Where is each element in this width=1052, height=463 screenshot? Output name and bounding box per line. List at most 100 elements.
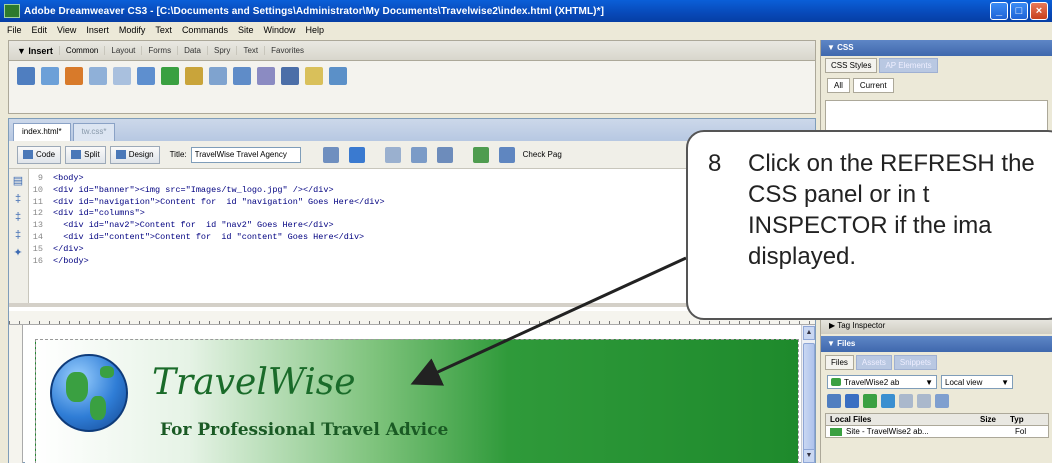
div-tag-icon[interactable] xyxy=(113,67,131,85)
view-select[interactable]: Local view ▼ xyxy=(941,375,1013,389)
collapse-tag-icon[interactable]: ‡ xyxy=(12,193,24,205)
insert-tab-layout[interactable]: Layout xyxy=(104,46,141,55)
validate-markup-icon[interactable] xyxy=(472,146,489,163)
code-text: <body> xyxy=(53,173,84,183)
site-select[interactable]: TravelWise2 ab ▼ xyxy=(827,375,937,389)
code-line: 13 <div id="nav2">Content for id "nav2" … xyxy=(31,220,385,232)
code-line: 9 <body> xyxy=(31,173,385,185)
menu-window[interactable]: Window xyxy=(258,25,300,35)
tab-css-styles[interactable]: CSS Styles xyxy=(825,58,878,73)
tab-assets[interactable]: Assets xyxy=(855,355,892,370)
banner-image[interactable]: TravelWise For Professional Travel Advic… xyxy=(35,339,799,463)
tag-chooser-icon[interactable] xyxy=(329,67,347,85)
banner-title: TravelWise xyxy=(152,362,356,403)
css-panel-header[interactable]: ▼ CSS xyxy=(821,40,1052,56)
check-in-icon[interactable] xyxy=(917,394,931,408)
check-page-icon[interactable] xyxy=(498,146,515,163)
email-link-icon[interactable] xyxy=(41,67,59,85)
menu-modify[interactable]: Modify xyxy=(114,25,151,35)
put-files-icon[interactable] xyxy=(881,394,895,408)
refresh-design-view-icon[interactable] xyxy=(384,146,401,163)
design-view[interactable]: TravelWise For Professional Travel Advic… xyxy=(25,327,799,463)
insert-tab-common[interactable]: Common xyxy=(58,46,104,55)
view-select-value: Local view xyxy=(945,377,983,387)
design-view-label: Design xyxy=(128,150,154,159)
menu-view[interactable]: View xyxy=(52,25,81,35)
menu-text[interactable]: Text xyxy=(150,25,177,35)
connect-icon[interactable] xyxy=(827,394,841,408)
file-management-icon[interactable] xyxy=(322,146,339,163)
column-local-files[interactable]: Local Files xyxy=(826,414,976,425)
tab-tw-css[interactable]: tw.css* xyxy=(72,123,116,141)
insert-tab-forms[interactable]: Forms xyxy=(141,46,177,55)
tag-inspector-header[interactable]: ▶ Tag Inspector xyxy=(821,318,1052,334)
insert-tab-data[interactable]: Data xyxy=(177,46,207,55)
named-anchor-icon[interactable] xyxy=(65,67,83,85)
date-icon[interactable] xyxy=(185,67,203,85)
code-line: 16 </body> xyxy=(31,256,385,268)
check-page-label[interactable]: Check Pag xyxy=(523,150,562,159)
css-current-button[interactable]: Current xyxy=(852,78,894,93)
insert-tab-favorites[interactable]: Favorites xyxy=(264,46,310,55)
menu-insert[interactable]: Insert xyxy=(81,25,114,35)
menu-commands[interactable]: Commands xyxy=(177,25,233,35)
scroll-thumb[interactable] xyxy=(803,343,815,453)
site-select-value: TravelWise2 ab xyxy=(844,377,900,387)
menu-file[interactable]: File xyxy=(2,25,27,35)
refresh-icon[interactable] xyxy=(845,394,859,408)
comment-icon[interactable] xyxy=(233,67,251,85)
head-icon[interactable] xyxy=(257,67,275,85)
table-icon[interactable] xyxy=(89,67,107,85)
scroll-up-icon[interactable]: ▲ xyxy=(803,326,815,340)
design-view-button[interactable]: Design xyxy=(109,145,160,164)
tab-files[interactable]: Files xyxy=(825,355,854,370)
table-row[interactable]: Site - TravelWise2 ab... Fol xyxy=(826,426,1048,437)
collapse-selection-icon[interactable]: ‡ xyxy=(12,211,24,223)
maximize-button[interactable]: □ xyxy=(1010,2,1028,20)
hyperlink-icon[interactable] xyxy=(17,67,35,85)
files-panel-header[interactable]: ▼ Files xyxy=(821,336,1052,352)
check-out-icon[interactable] xyxy=(899,394,913,408)
select-parent-tag-icon[interactable]: ✦ xyxy=(12,247,24,259)
close-button[interactable]: × xyxy=(1030,2,1048,20)
scroll-down-icon[interactable]: ▼ xyxy=(803,449,815,463)
split-view-button[interactable]: Split xyxy=(65,145,106,164)
images-icon[interactable] xyxy=(137,67,155,85)
media-icon[interactable] xyxy=(161,67,179,85)
menu-help[interactable]: Help xyxy=(300,25,329,35)
design-vertical-scrollbar[interactable]: ▲ ▼ xyxy=(801,325,815,463)
chevron-down-icon: ▼ xyxy=(925,377,933,387)
line-number: 13 xyxy=(32,220,43,231)
column-type[interactable]: Typ xyxy=(1006,414,1028,425)
tab-snippets[interactable]: Snippets xyxy=(893,355,938,370)
site-icon xyxy=(831,378,841,386)
page-title-input[interactable] xyxy=(190,146,301,163)
code-view-button[interactable]: Code xyxy=(17,145,62,164)
insert-panel-title[interactable]: ▼ Insert xyxy=(9,46,59,56)
templates-icon[interactable] xyxy=(305,67,323,85)
get-files-icon[interactable] xyxy=(863,394,877,408)
insert-tab-text[interactable]: Text xyxy=(236,46,264,55)
css-all-button[interactable]: All xyxy=(827,78,850,93)
folder-icon xyxy=(830,427,842,436)
insert-tab-spry[interactable]: Spry xyxy=(206,46,236,55)
split-view-label: Split xyxy=(84,150,100,159)
file-name: Site - TravelWise2 ab... xyxy=(846,427,929,436)
visual-aids-icon[interactable] xyxy=(436,146,453,163)
view-options-icon[interactable] xyxy=(410,146,427,163)
menu-site[interactable]: Site xyxy=(233,25,259,35)
expand-all-icon[interactable]: ‡ xyxy=(12,229,24,241)
banner-subtitle: For Professional Travel Advice xyxy=(160,420,449,440)
callout-step-number: 8 xyxy=(708,150,722,177)
open-documents-icon[interactable]: ▤ xyxy=(12,175,24,187)
menu-edit[interactable]: Edit xyxy=(27,25,53,35)
synchronize-icon[interactable] xyxy=(935,394,949,408)
server-side-include-icon[interactable] xyxy=(209,67,227,85)
tab-index-html[interactable]: index.html* xyxy=(13,123,71,141)
minimize-button[interactable]: _ xyxy=(990,2,1008,20)
preview-in-browser-icon[interactable] xyxy=(348,146,365,163)
window-title: Adobe Dreamweaver CS3 - [C:\Documents an… xyxy=(24,5,604,17)
script-icon[interactable] xyxy=(281,67,299,85)
column-size[interactable]: Size xyxy=(976,414,1006,425)
tab-ap-elements[interactable]: AP Elements xyxy=(879,58,938,73)
